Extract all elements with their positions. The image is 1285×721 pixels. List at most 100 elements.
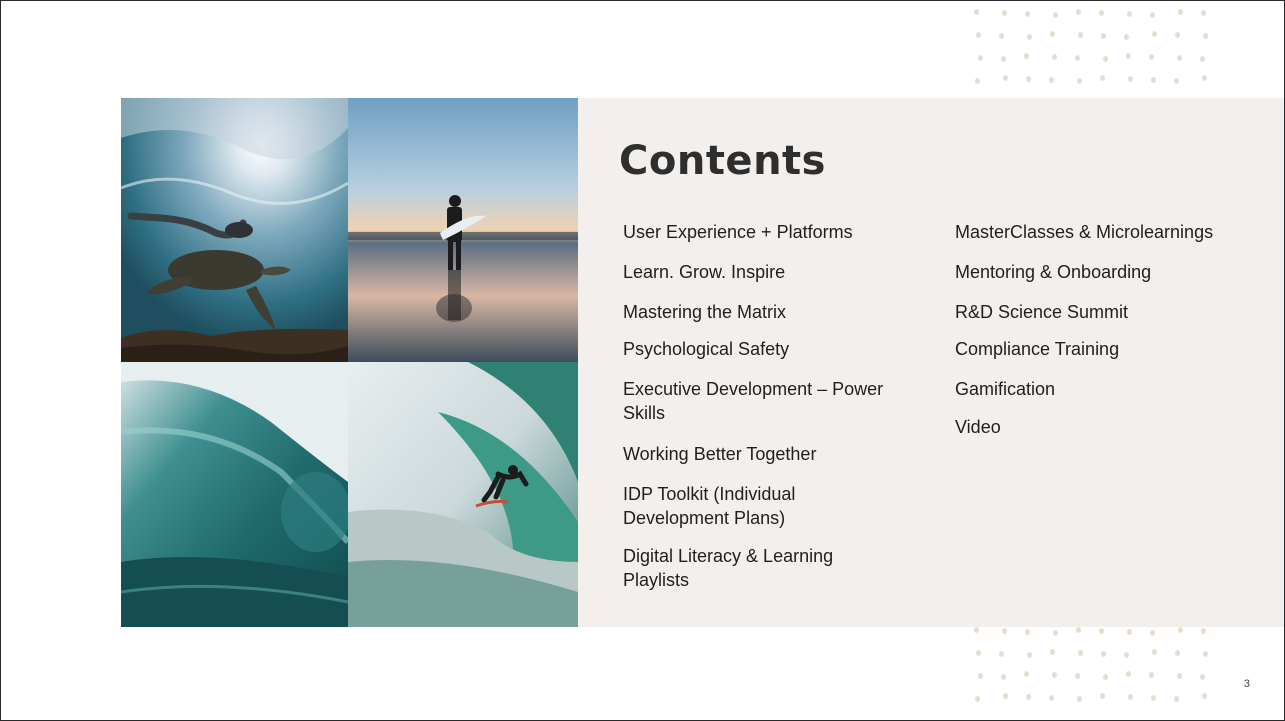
- decorative-dot: [1100, 693, 1105, 699]
- decorative-dot: [1178, 627, 1183, 633]
- decorative-dot: [1127, 629, 1132, 635]
- decorative-dot: [1202, 693, 1207, 699]
- decorative-dot: [1127, 11, 1132, 17]
- decorative-dot: [1002, 628, 1007, 634]
- decorative-dot: [999, 33, 1004, 39]
- decorative-dot: [1002, 10, 1007, 16]
- contents-item[interactable]: Mastering the Matrix: [623, 300, 786, 324]
- contents-item[interactable]: Gamification: [955, 377, 1055, 401]
- surfer-silhouette-photo: [348, 98, 578, 362]
- decorative-dot: [1052, 672, 1057, 678]
- decorative-dot: [1200, 674, 1205, 680]
- decorative-dot: [1202, 75, 1207, 81]
- decorative-dot: [1050, 31, 1055, 37]
- contents-item[interactable]: MasterClasses & Microlearnings: [955, 220, 1213, 244]
- decorative-dot: [976, 650, 981, 656]
- decorative-dot: [978, 673, 983, 679]
- decorative-dot: [999, 651, 1004, 657]
- decorative-dot: [1053, 12, 1058, 18]
- decorative-dot: [1178, 9, 1183, 15]
- decorative-dot: [1001, 674, 1006, 680]
- decorative-dot: [1076, 9, 1081, 15]
- decorative-dot: [1200, 56, 1205, 62]
- decorative-dot: [1126, 671, 1131, 677]
- decorative-dot: [1025, 629, 1030, 635]
- contents-item[interactable]: Digital Literacy & Learning Playlists: [623, 544, 863, 592]
- decorative-dot: [1177, 55, 1182, 61]
- decorative-dot: [1151, 77, 1156, 83]
- decorative-dot: [1201, 10, 1206, 16]
- decorative-dot: [1151, 695, 1156, 701]
- wave-photo: [121, 362, 348, 627]
- decorative-dot: [1101, 33, 1106, 39]
- decorative-dot: [1052, 54, 1057, 60]
- decorative-dot: [1027, 652, 1032, 658]
- decorative-dot: [1152, 649, 1157, 655]
- decorative-dot: [1101, 651, 1106, 657]
- decorative-dot: [1075, 673, 1080, 679]
- contents-panel: Contents User Experience + Platforms Lea…: [578, 98, 1284, 627]
- decorative-dot: [975, 78, 980, 84]
- decorative-dot: [974, 9, 979, 15]
- contents-item[interactable]: Compliance Training: [955, 337, 1119, 361]
- contents-item[interactable]: Learn. Grow. Inspire: [623, 260, 785, 284]
- decorative-dot: [1126, 53, 1131, 59]
- decorative-dot: [1128, 76, 1133, 82]
- contents-item[interactable]: R&D Science Summit: [955, 300, 1128, 324]
- decorative-dot: [1203, 33, 1208, 39]
- decorative-dot: [1099, 628, 1104, 634]
- decorative-dot: [1050, 649, 1055, 655]
- decorative-dot: [1053, 630, 1058, 636]
- decorative-dot: [1103, 56, 1108, 62]
- decorative-dot: [1175, 650, 1180, 656]
- decorative-dot: [1175, 32, 1180, 38]
- slide: Contents User Experience + Platforms Lea…: [0, 0, 1285, 721]
- decorative-dot: [1003, 693, 1008, 699]
- photo-grid: [121, 98, 578, 627]
- decorative-dot: [1099, 10, 1104, 16]
- decorative-dot: [1076, 627, 1081, 633]
- contents-item[interactable]: IDP Toolkit (Individual Development Plan…: [623, 482, 843, 530]
- decorative-dot: [1077, 696, 1082, 702]
- decorative-dot: [1150, 630, 1155, 636]
- decorative-dot: [1075, 55, 1080, 61]
- decorative-dot: [1177, 673, 1182, 679]
- decorative-dot: [976, 32, 981, 38]
- decorative-dot: [1026, 694, 1031, 700]
- decorative-dot: [1049, 77, 1054, 83]
- contents-item[interactable]: Psychological Safety: [623, 337, 789, 361]
- decorative-dot: [1001, 56, 1006, 62]
- decorative-dot: [1078, 650, 1083, 656]
- decorative-dot: [1124, 34, 1129, 40]
- page-number: 3: [1243, 678, 1250, 690]
- decorative-dot: [1124, 652, 1129, 658]
- surfer-barrel-photo: [348, 362, 578, 627]
- decorative-dot: [1174, 696, 1179, 702]
- dot-pattern-top: [974, 9, 1236, 99]
- contents-item[interactable]: Mentoring & Onboarding: [955, 260, 1151, 284]
- decorative-dot: [1025, 11, 1030, 17]
- decorative-dot: [1003, 75, 1008, 81]
- decorative-dot: [1078, 32, 1083, 38]
- turtle-photo: [121, 98, 348, 362]
- decorative-dot: [1201, 628, 1206, 634]
- dot-pattern-bottom: [974, 627, 1236, 719]
- decorative-dot: [975, 696, 980, 702]
- decorative-dot: [1128, 694, 1133, 700]
- decorative-dot: [1077, 78, 1082, 84]
- contents-item[interactable]: User Experience + Platforms: [623, 220, 853, 244]
- contents-item[interactable]: Video: [955, 415, 1001, 439]
- decorative-dot: [1103, 674, 1108, 680]
- decorative-dot: [1150, 12, 1155, 18]
- decorative-dot: [1026, 76, 1031, 82]
- decorative-dot: [1149, 672, 1154, 678]
- slide-title: Contents: [619, 138, 826, 184]
- contents-item[interactable]: Executive Development – Power Skills: [623, 377, 913, 425]
- contents-item[interactable]: Working Better Together: [623, 442, 816, 466]
- decorative-dot: [1152, 31, 1157, 37]
- decorative-dot: [1024, 671, 1029, 677]
- decorative-dot: [978, 55, 983, 61]
- decorative-dot: [1049, 695, 1054, 701]
- decorative-dot: [1100, 75, 1105, 81]
- decorative-dot: [1203, 651, 1208, 657]
